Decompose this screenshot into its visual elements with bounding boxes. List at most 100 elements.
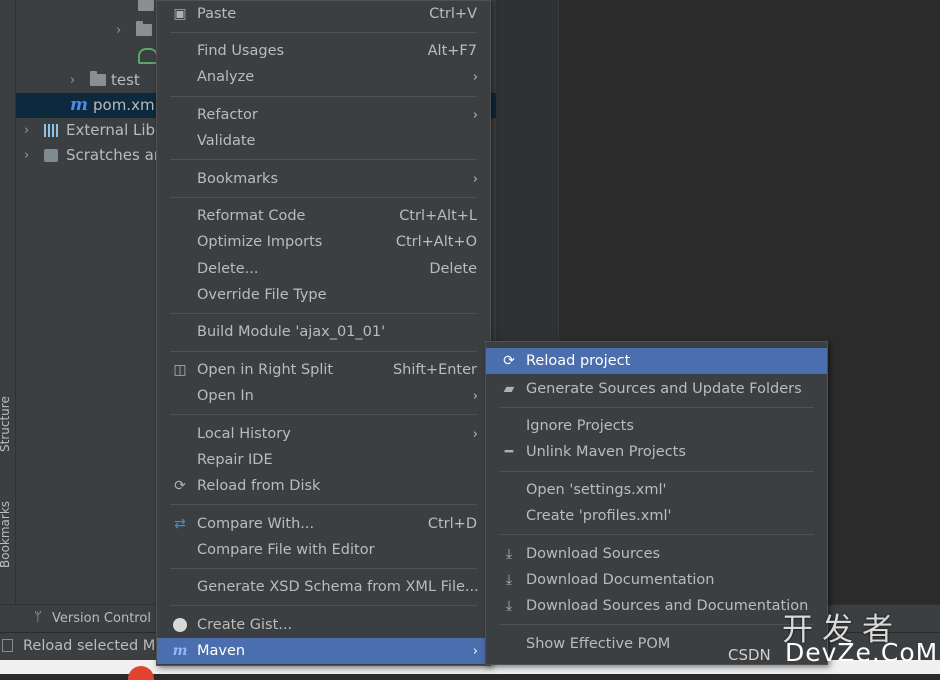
menu-item-label: Reload from Disk: [197, 478, 321, 494]
minus-icon: ━: [504, 444, 514, 460]
menu-item-generate-xsd[interactable]: Generate XSD Schema from XML File...: [157, 574, 490, 600]
menu-item-label: Download Documentation: [526, 572, 715, 588]
menu-item-analyze[interactable]: Analyze ›: [157, 64, 490, 90]
menu-item-shortcut: Ctrl+Alt+L: [399, 208, 477, 224]
menu-item-generate-sources[interactable]: ▰ Generate Sources and Update Folders: [486, 376, 827, 402]
menu-item-compare-file-editor[interactable]: Compare File with Editor: [157, 537, 490, 563]
menu-item-label: Reformat Code: [197, 208, 306, 224]
maven-submenu: ⟳ Reload project ▰ Generate Sources and …: [485, 341, 828, 665]
menu-item-delete[interactable]: Delete... Delete: [157, 256, 490, 282]
context-menu: ▣ Paste Ctrl+V Find Usages Alt+F7 Analyz…: [156, 0, 491, 666]
menu-item-maven[interactable]: m Maven ›: [157, 638, 490, 664]
tree-item-label: External Lib: [66, 121, 156, 139]
menu-item-download-sources-docs[interactable]: ⤓ Download Sources and Documentation: [486, 593, 827, 619]
tab-label: Bookmarks: [0, 500, 12, 568]
menu-separator: [499, 471, 814, 472]
tree-item-label: Scratches ar: [66, 146, 160, 164]
tab-structure[interactable]: Structure: [0, 396, 12, 452]
menu-item-reload-from-disk[interactable]: ⟳ Reload from Disk: [157, 473, 490, 499]
menu-separator: [170, 197, 477, 198]
menu-item-reload-project[interactable]: ⟳ Reload project: [486, 348, 827, 374]
menu-item-bookmarks[interactable]: Bookmarks ›: [157, 166, 490, 192]
menu-item-download-sources[interactable]: ⤓ Download Sources: [486, 541, 827, 567]
menu-item-create-profiles[interactable]: Create 'profiles.xml': [486, 503, 827, 529]
menu-item-optimize-imports[interactable]: Optimize Imports Ctrl+Alt+O: [157, 229, 490, 255]
menu-item-show-effective-pom[interactable]: Show Effective POM: [486, 631, 827, 657]
menu-item-download-documentation[interactable]: ⤓ Download Documentation: [486, 567, 827, 593]
tree-row-partial[interactable]: [120, 0, 159, 16]
menu-item-label: Compare File with Editor: [197, 542, 375, 558]
menu-item-validate[interactable]: Validate: [157, 128, 490, 154]
github-icon: [173, 618, 187, 632]
menu-separator: [499, 407, 814, 408]
menu-separator: [170, 313, 477, 314]
generate-folder-icon: ▰: [503, 381, 515, 397]
menu-item-paste[interactable]: ▣ Paste Ctrl+V: [157, 1, 490, 27]
chevron-right-icon: ›: [24, 147, 30, 163]
menu-item-open-right-split[interactable]: ◫ Open in Right Split Shift+Enter: [157, 357, 490, 383]
maven-file-icon: m: [70, 95, 88, 115]
menu-separator: [170, 504, 477, 505]
menu-item-create-gist[interactable]: Create Gist...: [157, 612, 490, 638]
menu-item-ignore-projects[interactable]: Ignore Projects: [486, 413, 827, 439]
chevron-right-icon: ›: [70, 72, 76, 88]
tree-item-test[interactable]: › test: [70, 69, 140, 91]
menu-item-compare-with[interactable]: ⇄ Compare With... Ctrl+D: [157, 511, 490, 537]
menu-item-unlink-maven[interactable]: ━ Unlink Maven Projects: [486, 439, 827, 465]
download-icon: ⤓: [505, 572, 513, 588]
chevron-right-icon: ›: [116, 22, 122, 38]
menu-separator: [499, 534, 814, 535]
left-tool-stripe: [0, 0, 16, 674]
scratches-icon: [44, 148, 58, 162]
menu-separator: [170, 351, 477, 352]
menu-item-label: Refactor: [197, 107, 258, 123]
menu-item-find-usages[interactable]: Find Usages Alt+F7: [157, 38, 490, 64]
tree-row-partial-2[interactable]: ›: [116, 19, 157, 41]
tree-item-pom[interactable]: m pom.xml: [70, 94, 159, 116]
chevron-right-icon: ›: [24, 122, 30, 138]
folder-icon: [136, 21, 152, 36]
menu-separator: [170, 605, 477, 606]
download-icon: ⤓: [505, 546, 513, 562]
chevron-right-icon: ›: [472, 171, 478, 187]
menu-item-override-file-type[interactable]: Override File Type: [157, 282, 490, 308]
menu-item-label: Delete...: [197, 261, 259, 277]
menu-item-shortcut: Delete: [429, 261, 477, 277]
menu-item-label: Generate XSD Schema from XML File...: [197, 579, 479, 595]
menu-separator: [170, 568, 477, 569]
clipboard-icon: ▣: [173, 6, 187, 22]
menu-item-shortcut: Alt+F7: [427, 43, 477, 59]
app-icon[interactable]: [128, 666, 154, 680]
menu-item-label: Reload project: [526, 353, 631, 369]
menu-item-local-history[interactable]: Local History ›: [157, 421, 490, 447]
tree-row-partial-3[interactable]: [138, 45, 158, 67]
menu-item-repair-ide[interactable]: Repair IDE: [157, 447, 490, 473]
menu-item-refactor[interactable]: Refactor ›: [157, 102, 490, 128]
tree-item-label: test: [111, 71, 140, 89]
menu-item-shortcut: Ctrl+Alt+O: [395, 234, 477, 250]
menu-separator: [170, 96, 477, 97]
branch-icon: ᛘ: [34, 610, 42, 625]
spring-icon: [138, 48, 158, 64]
menu-item-open-settings[interactable]: Open 'settings.xml': [486, 477, 827, 503]
menu-item-label: Paste: [197, 6, 237, 22]
menu-item-reformat-code[interactable]: Reformat Code Ctrl+Alt+L: [157, 203, 490, 229]
menu-item-label: Ignore Projects: [526, 418, 634, 434]
menu-item-label: Generate Sources and Update Folders: [526, 381, 802, 397]
menu-item-label: Maven: [197, 643, 246, 659]
menu-item-label: Local History: [197, 426, 291, 442]
menu-item-label: Open 'settings.xml': [526, 482, 667, 498]
compare-icon: ⇄: [174, 516, 186, 532]
split-icon: ◫: [173, 362, 187, 378]
status-toggle-icon[interactable]: [2, 639, 13, 652]
tree-item-label: pom.xml: [93, 96, 159, 114]
version-control-tab[interactable]: Version Control: [52, 611, 151, 626]
tree-item-scratches[interactable]: › Scratches ar: [24, 144, 160, 166]
watermark-site: DevZe.CoM: [785, 638, 939, 667]
menu-item-label: Open In: [197, 388, 254, 404]
menu-item-build-module[interactable]: Build Module 'ajax_01_01': [157, 319, 490, 345]
menu-item-label: Analyze: [197, 69, 255, 85]
menu-item-open-in[interactable]: Open In ›: [157, 383, 490, 409]
tree-item-external-libraries[interactable]: › External Lib: [24, 119, 155, 141]
tab-bookmarks[interactable]: Bookmarks: [0, 501, 12, 568]
